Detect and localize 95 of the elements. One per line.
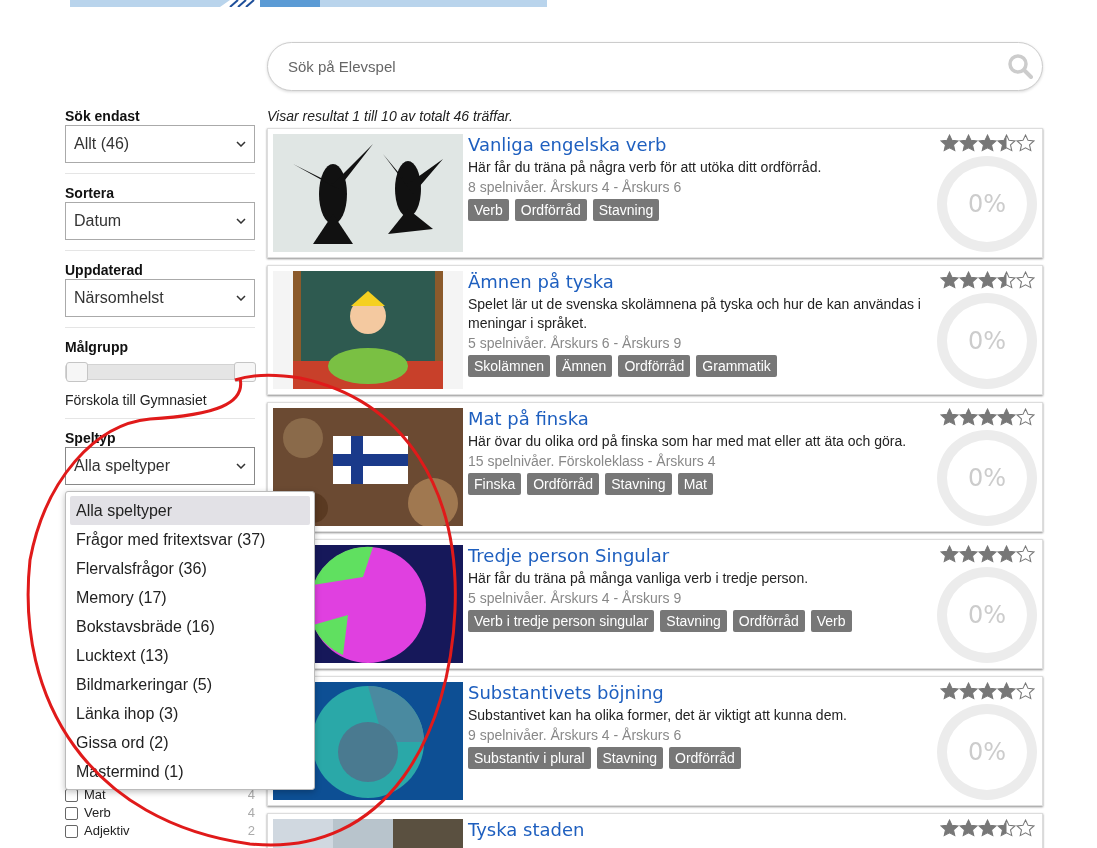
tag[interactable]: Verb i tredje person singular <box>468 610 655 632</box>
game-meta: 15 spelnivåer. Förskoleklass - Årskurs 4 <box>468 453 717 469</box>
dropdown-option[interactable]: Memory (17) <box>70 583 310 612</box>
game-title[interactable]: Vanliga engelska verb <box>468 134 667 156</box>
star-icon <box>1015 819 1035 837</box>
checkbox-label: Adjektiv <box>84 822 130 840</box>
star-icon <box>977 408 997 426</box>
range-reading: Förskola till Gymnasiet <box>65 392 208 408</box>
game-description: Substantivet kan ha olika former, det är viktigt att kunna dem. <box>468 706 848 725</box>
game-description: Här får du träna på många vanliga verb i tredje person. <box>468 569 810 588</box>
filter-select[interactable]: Alla speltyper <box>65 447 255 485</box>
star-icon <box>996 819 1016 837</box>
filter-select[interactable]: Närsomhelst <box>65 279 255 317</box>
star-icon <box>939 271 959 289</box>
tag-count: 4 <box>247 804 255 822</box>
results-summary: Visar resultat 1 till 10 av totalt 46 träffar. <box>267 107 514 125</box>
game-description: Här får du träna på några verb för att utöka ditt ordförråd. <box>468 158 823 177</box>
checkbox[interactable] <box>65 824 78 838</box>
chevron-icon <box>236 141 246 147</box>
filter-select[interactable]: Datum <box>65 202 255 240</box>
checkbox-label: Verb <box>84 804 111 822</box>
star-icon <box>939 134 959 152</box>
tag[interactable]: Substantiv i plural <box>468 747 591 769</box>
tag-count: 4 <box>247 786 255 804</box>
chevron-icon <box>236 218 246 224</box>
star-icon <box>996 134 1016 152</box>
search-field[interactable]: Sök på Elevspel <box>267 42 1043 91</box>
game-meta: 5 spelnivåer. Årskurs 6 - Årskurs 9 <box>468 335 683 351</box>
star-icon <box>958 134 978 152</box>
star-icon <box>939 682 959 700</box>
tag[interactable]: Stavning <box>605 473 672 495</box>
tag[interactable]: Ordförråd <box>514 199 587 221</box>
checkbox-label: Mat <box>84 786 106 804</box>
tag[interactable]: Stavning <box>660 610 727 632</box>
chevron-icon <box>236 295 246 301</box>
game-title[interactable]: Ämnen på tyska <box>468 271 614 293</box>
game-title[interactable]: Tredje person Singular <box>468 545 670 567</box>
star-icon <box>958 819 978 837</box>
star-icon <box>1015 408 1035 426</box>
game-description: Här övar du olika ord på finska som har med mat eller att äta och göra. <box>468 432 908 451</box>
star-icon <box>939 408 959 426</box>
game-title[interactable]: Tyska staden <box>468 819 585 841</box>
dropdown-option[interactable]: Frågor med fritextsvar (37) <box>70 525 310 554</box>
chevron-icon <box>236 463 246 469</box>
star-icon <box>996 545 1016 563</box>
filter-label: Sortera <box>65 184 116 202</box>
star-icon <box>977 545 997 563</box>
game-title[interactable]: Substantivets böjning <box>468 682 664 704</box>
star-icon <box>958 682 978 700</box>
tag[interactable]: Ordförråd <box>618 355 691 377</box>
game-description: Spelet lär ut de svenska skolämnena på tyska och hur de kan användas i meningar i språket. <box>468 295 922 333</box>
tag[interactable]: Ordförråd <box>527 473 600 495</box>
filter-label: Uppdaterad <box>65 261 144 279</box>
tag[interactable]: Ordförråd <box>732 610 805 632</box>
tag[interactable]: Skolämnen <box>468 355 551 377</box>
tag-count: 2 <box>247 822 255 840</box>
tag[interactable]: Verb <box>468 199 509 221</box>
tag[interactable]: Grammatik <box>696 355 777 377</box>
tag[interactable]: Verb <box>810 610 852 632</box>
slider-handle[interactable] <box>66 362 88 382</box>
game-meta: 9 spelnivåer. Årskurs 4 - Årskurs 6 <box>468 727 683 743</box>
star-icon <box>1015 134 1035 152</box>
filter-label: Målgrupp <box>65 338 129 356</box>
range-slider-track[interactable] <box>65 364 255 380</box>
filter-select[interactable]: Allt (46) <box>65 125 255 163</box>
tag[interactable]: Stavning <box>592 199 660 221</box>
star-icon <box>996 408 1016 426</box>
star-icon <box>958 545 978 563</box>
dropdown-option[interactable]: Alla speltyper <box>70 496 310 525</box>
tag[interactable]: Mat <box>677 473 713 495</box>
tag[interactable]: Ordförråd <box>669 747 741 769</box>
star-icon <box>939 819 959 837</box>
game-title[interactable]: Mat på finska <box>468 408 589 430</box>
tag[interactable]: Finska <box>468 473 522 495</box>
game-meta: 5 spelnivåer. Årskurs 4 - Årskurs 9 <box>468 590 683 606</box>
star-icon <box>996 271 1016 289</box>
dropdown-option[interactable]: Bokstavsbräde (16) <box>70 612 310 641</box>
checkbox[interactable] <box>65 806 78 820</box>
dropdown-option[interactable]: Flervalsfrågor (36) <box>70 554 310 583</box>
star-icon <box>1015 682 1035 700</box>
star-icon <box>1015 545 1035 563</box>
star-icon <box>958 271 978 289</box>
game-meta: 8 spelnivåer. Årskurs 4 - Årskurs 6 <box>468 179 683 195</box>
star-icon <box>958 408 978 426</box>
star-icon <box>1015 271 1035 289</box>
dropdown-option[interactable]: Bildmarkeringar (5) <box>70 670 310 699</box>
star-icon <box>939 545 959 563</box>
dropdown-option[interactable]: Länka ihop (3) <box>70 699 310 728</box>
star-icon <box>977 682 997 700</box>
dropdown-option[interactable]: Lucktext (13) <box>70 641 310 670</box>
tag[interactable]: Ämnen <box>556 355 613 377</box>
tag[interactable]: Stavning <box>596 747 663 769</box>
star-icon <box>996 682 1016 700</box>
dropdown-option[interactable]: Gissa ord (2) <box>70 728 310 757</box>
filter-label: Sök endast <box>65 107 141 125</box>
